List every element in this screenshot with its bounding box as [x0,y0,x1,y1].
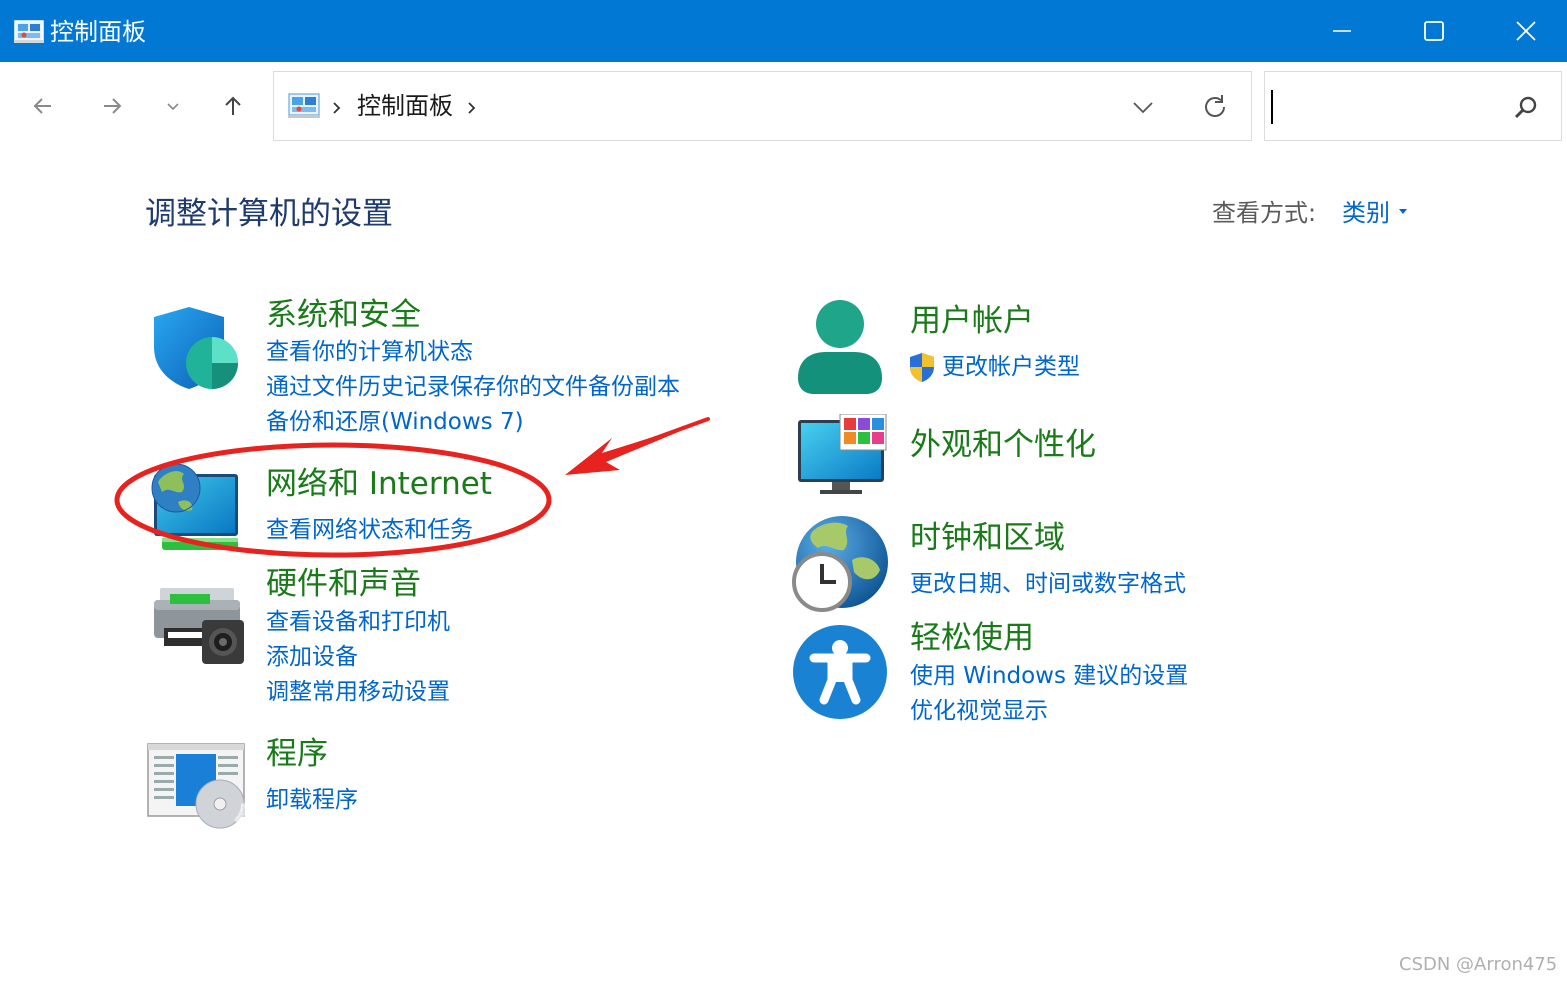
control-panel-icon [288,93,320,118]
shield-icon[interactable] [150,303,242,395]
category-system-security[interactable]: 系统和安全 [266,295,421,335]
accessibility-icon[interactable] [792,624,888,720]
arrow-up-icon [225,96,241,115]
link-file-history[interactable]: 通过文件历史记录保存你的文件备份副本 [266,371,680,403]
printer-icon[interactable] [150,584,246,668]
link-windows-suggested-settings[interactable]: 使用 Windows 建议的设置 [910,660,1188,692]
link-devices-printers[interactable]: 查看设备和打印机 [266,606,450,638]
category-network-internet[interactable]: 网络和 Internet [266,464,492,504]
highlight-arrow [565,420,707,475]
link-uninstall-program[interactable]: 卸载程序 [266,784,358,816]
page-title: 调整计算机的设置 [145,196,393,232]
recent-locations-button[interactable] [153,86,193,126]
chevron-down-icon [167,103,179,111]
text-caret [1271,90,1273,124]
search-icon[interactable] [1513,95,1539,121]
forward-button[interactable] [92,86,132,126]
up-button[interactable] [213,86,253,126]
dropdown-caret-icon[interactable] [1399,209,1407,214]
category-appearance-personalization[interactable]: 外观和个性化 [910,425,1096,465]
network-globe-icon[interactable] [148,462,244,554]
programs-icon[interactable] [146,742,246,830]
arrow-right-icon [104,98,122,114]
chevron-right-icon [333,102,341,114]
close-button[interactable] [1480,0,1567,62]
link-add-device[interactable]: 添加设备 [266,641,358,673]
category-clock-region[interactable]: 时钟和区域 [910,518,1065,558]
close-icon [1516,21,1536,41]
search-box[interactable] [1264,71,1562,141]
link-change-account-type[interactable]: 更改帐户类型 [942,351,1080,383]
refresh-icon[interactable] [1201,93,1229,121]
link-change-date-time-format[interactable]: 更改日期、时间或数字格式 [910,568,1186,600]
view-by-dropdown[interactable]: 类别 [1342,196,1390,230]
link-mobility-settings[interactable]: 调整常用移动设置 [266,676,450,708]
user-icon[interactable] [796,298,884,396]
minimize-icon [1333,30,1351,32]
arrow-left-icon [33,98,51,114]
monitor-palette-icon[interactable] [796,414,888,496]
navigation-bar: 控制面板 [0,62,1567,150]
maximize-icon [1424,21,1444,41]
link-view-network-status[interactable]: 查看网络状态和任务 [266,514,473,546]
chevron-down-icon[interactable] [1131,99,1155,115]
window-title: 控制面板 [50,18,146,46]
category-programs[interactable]: 程序 [266,734,328,774]
highlight-arrow-shaft [604,417,710,458]
link-backup-restore[interactable]: 备份和还原(Windows 7) [266,406,524,438]
maximize-button[interactable] [1388,0,1480,62]
address-bar[interactable]: 控制面板 [273,71,1252,141]
category-user-accounts[interactable]: 用户帐户 [910,301,1034,341]
link-view-computer-status[interactable]: 查看你的计算机状态 [266,336,473,368]
control-panel-icon [14,20,44,43]
back-button[interactable] [23,86,63,126]
search-input[interactable] [1275,86,1495,126]
chevron-right-icon[interactable] [466,101,478,115]
title-bar: 控制面板 [0,0,1567,62]
view-by-label: 查看方式: [1212,199,1317,227]
watermark: CSDN @Arron475 [1399,954,1558,975]
uac-shield-icon [910,353,934,382]
link-optimize-visual-display[interactable]: 优化视觉显示 [910,695,1048,727]
category-ease-of-access[interactable]: 轻松使用 [910,618,1034,658]
minimize-button[interactable] [1296,0,1388,62]
clock-globe-icon[interactable] [790,514,890,614]
category-hardware-sound[interactable]: 硬件和声音 [266,564,421,604]
breadcrumb-item[interactable]: 控制面板 [357,89,453,123]
